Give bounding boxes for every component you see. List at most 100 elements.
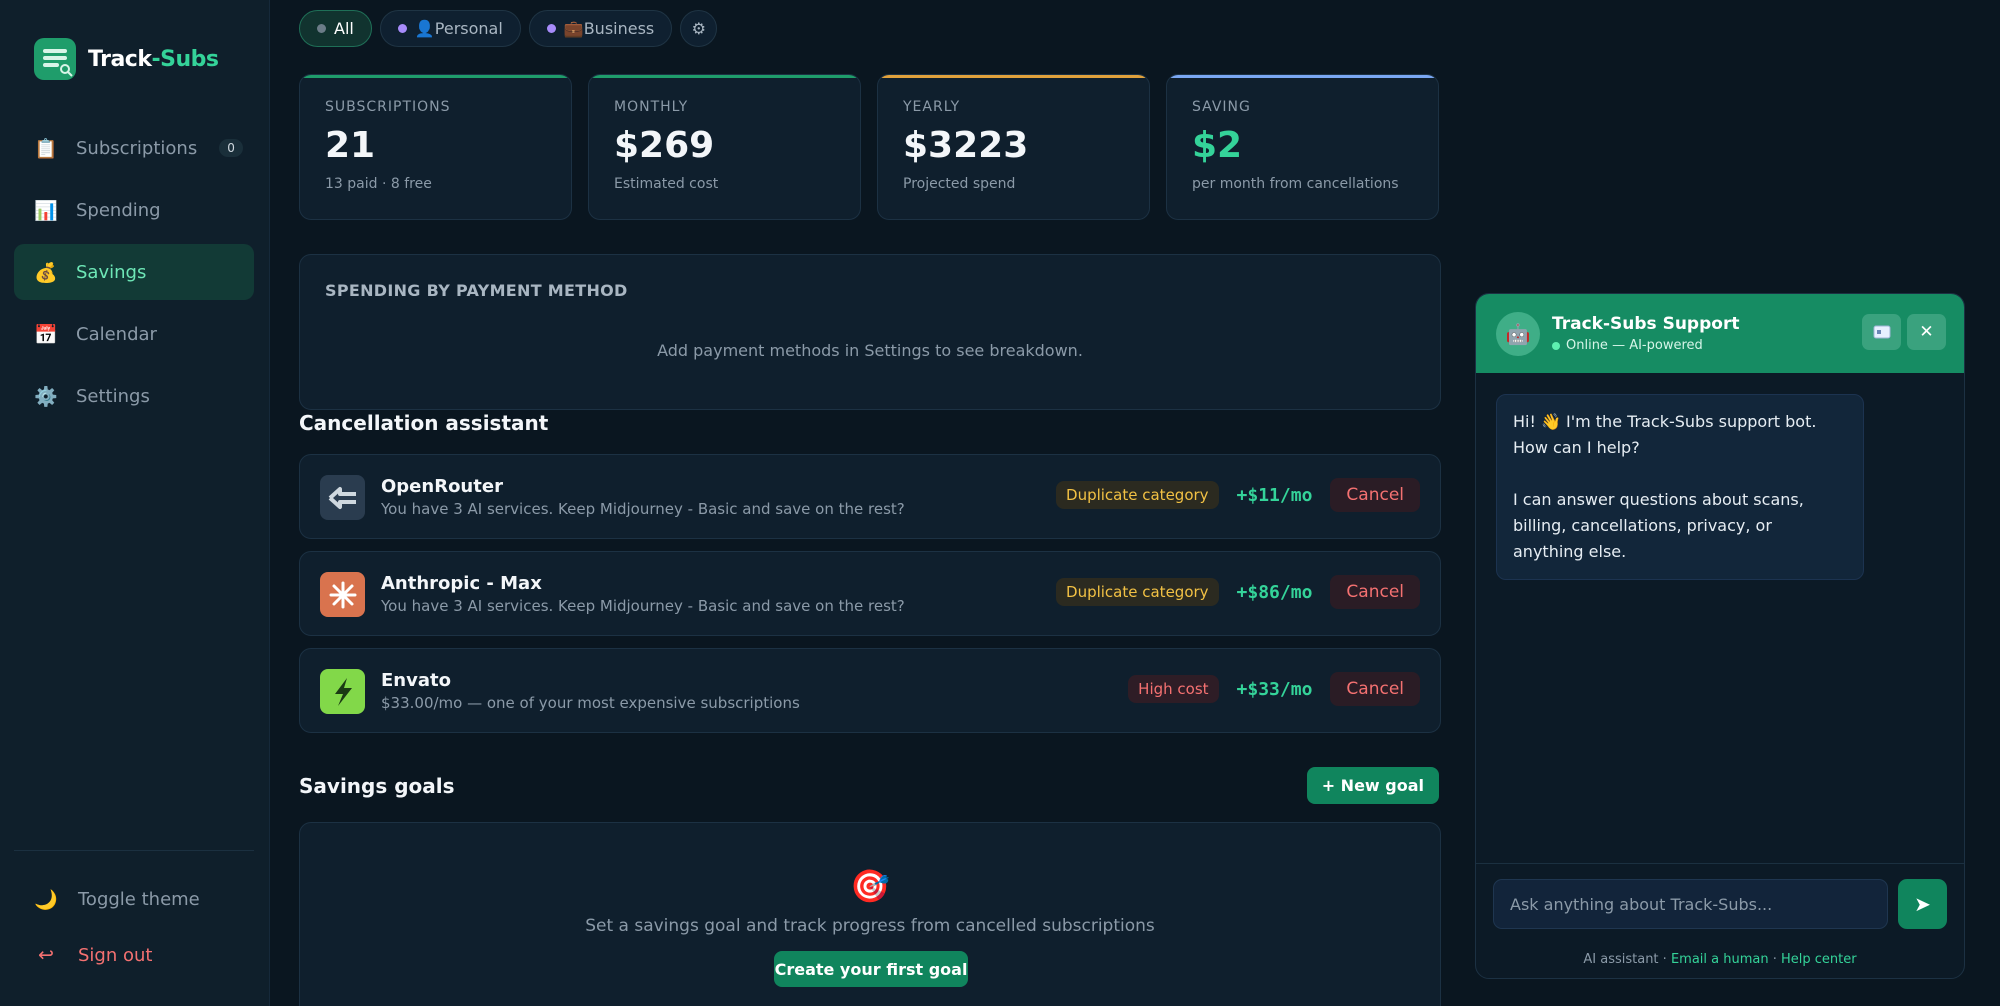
stat-sub: Projected spend	[903, 176, 1016, 192]
chat-status-text: Online — AI-powered	[1566, 338, 1703, 353]
stat-sub: per month from cancellations	[1192, 176, 1399, 192]
envato-logo-icon	[320, 669, 365, 714]
saving-amount: +$86/mo	[1236, 581, 1313, 603]
cancel-button[interactable]: Cancel	[1330, 478, 1420, 512]
sidebar-item-settings[interactable]: ⚙️ Settings	[14, 368, 254, 424]
duplicate-category-tag: Duplicate category	[1056, 481, 1219, 509]
stat-value: $3223	[903, 125, 1029, 166]
send-icon: ➤	[1914, 892, 1931, 916]
stat-label: YEARLY	[903, 99, 961, 115]
chat-title: Track-Subs Support	[1552, 314, 1740, 334]
cancel-button[interactable]: Cancel	[1330, 575, 1420, 609]
sidebar-item-calendar[interactable]: 📅 Calendar	[14, 306, 254, 362]
app-logo[interactable]: Track-Subs	[34, 38, 219, 80]
filter-label: All	[334, 19, 354, 38]
stat-sub: Estimated cost	[614, 176, 719, 192]
message-text: I can answer questions about scans, bill…	[1513, 490, 1804, 561]
sign-out-button[interactable]: ↩ Sign out	[34, 944, 152, 966]
stat-card-subscriptions: SUBSCRIPTIONS 21 13 paid · 8 free	[299, 74, 572, 220]
duplicate-category-tag: Duplicate category	[1056, 578, 1219, 606]
empty-state-text: Add payment methods in Settings to see b…	[657, 341, 1083, 360]
payment-method-panel: SPENDING BY PAYMENT METHOD Add payment m…	[299, 254, 1441, 410]
send-button[interactable]: ➤	[1898, 879, 1947, 929]
panel-title: SPENDING BY PAYMENT METHOD	[325, 281, 628, 300]
stat-card-monthly: MONTHLY $269 Estimated cost	[588, 74, 861, 220]
logo-icon	[34, 38, 76, 80]
stat-card-saving: SAVING $2 per month from cancellations	[1166, 74, 1439, 220]
email-icon[interactable]	[1862, 314, 1901, 350]
sign-out-label: Sign out	[78, 944, 153, 966]
stat-value: $269	[614, 125, 715, 166]
stat-value: $2	[1192, 125, 1243, 166]
chat-input[interactable]	[1493, 879, 1888, 929]
chat-header: 🤖 Track-Subs Support Online — AI-powered…	[1476, 294, 1964, 373]
stat-label: SAVING	[1192, 99, 1251, 115]
cancellation-item: OpenRouter You have 3 AI services. Keep …	[299, 454, 1441, 539]
message-text: Hi! 👋 I'm the Track-Subs support bot. Ho…	[1513, 412, 1817, 457]
moon-icon: 🌙	[34, 889, 58, 911]
money-bag-icon: 💰	[34, 261, 58, 284]
help-center-link[interactable]: Help center	[1781, 952, 1857, 967]
filter-settings-button[interactable]: ⚙	[680, 10, 718, 47]
subscription-desc: You have 3 AI services. Keep Midjourney …	[381, 597, 905, 615]
saving-amount: +$11/mo	[1236, 484, 1313, 506]
support-chat-widget: 🤖 Track-Subs Support Online — AI-powered…	[1475, 293, 1965, 979]
stat-sub: 13 paid · 8 free	[325, 176, 432, 192]
email-human-link[interactable]: Email a human	[1671, 952, 1769, 967]
sidebar: Track-Subs 📋 Subscriptions 0 📊 Spending …	[0, 0, 270, 1006]
dot-icon	[546, 24, 556, 33]
stat-accent-line	[878, 75, 1149, 78]
cancellation-assistant-title: Cancellation assistant	[299, 411, 549, 435]
filter-personal[interactable]: 👤Personal	[379, 10, 521, 47]
dot-icon	[317, 24, 326, 33]
subscription-name: Anthropic - Max	[381, 573, 542, 594]
target-icon: 🎯	[850, 867, 890, 905]
sidebar-item-label: Subscriptions	[76, 137, 198, 159]
bot-message: Hi! 👋 I'm the Track-Subs support bot. Ho…	[1496, 394, 1864, 580]
gear-icon: ⚙	[691, 19, 706, 38]
gear-icon: ⚙️	[34, 385, 58, 408]
close-icon[interactable]: ✕	[1907, 314, 1946, 350]
empty-state-text: Set a savings goal and track progress fr…	[585, 916, 1155, 936]
sidebar-item-subscriptions[interactable]: 📋 Subscriptions 0	[14, 120, 254, 176]
sidebar-nav: 📋 Subscriptions 0 📊 Spending 💰 Savings 📅…	[14, 120, 254, 430]
sidebar-item-spending[interactable]: 📊 Spending	[14, 182, 254, 238]
filter-all[interactable]: All	[299, 10, 372, 47]
stats-row: SUBSCRIPTIONS 21 13 paid · 8 free MONTHL…	[299, 74, 1439, 220]
savings-goals-title: Savings goals	[299, 774, 455, 798]
anthropic-logo-icon	[320, 572, 365, 617]
new-goal-button[interactable]: + New goal	[1306, 767, 1439, 804]
chat-footer: AI assistant · Email a human · Help cent…	[1476, 952, 1964, 967]
online-indicator-icon	[1552, 341, 1560, 350]
toggle-theme-label: Toggle theme	[78, 889, 200, 910]
footer-separator: ·	[1768, 952, 1781, 967]
calendar-icon: 📅	[34, 323, 58, 346]
savings-goals-panel: 🎯 Set a savings goal and track progress …	[299, 822, 1441, 1006]
cancel-button[interactable]: Cancel	[1330, 672, 1420, 706]
stat-accent-line	[1167, 75, 1438, 78]
filter-business[interactable]: 💼Business	[528, 10, 673, 47]
subscription-name: OpenRouter	[381, 476, 503, 497]
openrouter-logo-icon	[320, 475, 365, 520]
cancellation-item: Envato $33.00/mo — one of your most expe…	[299, 648, 1441, 733]
create-first-goal-button[interactable]: Create your first goal	[774, 951, 968, 987]
bar-chart-icon: 📊	[34, 199, 58, 222]
stat-label: MONTHLY	[614, 99, 689, 115]
filter-label: 👤Personal	[414, 19, 503, 38]
chat-status: Online — AI-powered	[1552, 338, 1703, 353]
app-name: Track-Subs	[88, 46, 219, 72]
clipboard-icon: 📋	[34, 137, 58, 160]
footer-text: AI assistant ·	[1583, 952, 1671, 967]
toggle-theme-button[interactable]: 🌙 Toggle theme	[34, 888, 200, 911]
chat-divider	[1476, 863, 1964, 864]
sidebar-item-savings[interactable]: 💰 Savings	[14, 244, 254, 300]
saving-amount: +$33/mo	[1236, 678, 1313, 700]
cancellation-item: Anthropic - Max You have 3 AI services. …	[299, 551, 1441, 636]
subscription-desc: $33.00/mo — one of your most expensive s…	[381, 694, 800, 712]
filter-label: 💼Business	[563, 19, 655, 38]
subscriptions-count-badge: 0	[219, 139, 243, 157]
stat-label: SUBSCRIPTIONS	[325, 99, 451, 115]
sidebar-item-label: Spending	[76, 199, 161, 221]
sidebar-item-label: Settings	[76, 385, 150, 407]
stat-card-yearly: YEARLY $3223 Projected spend	[877, 74, 1150, 220]
